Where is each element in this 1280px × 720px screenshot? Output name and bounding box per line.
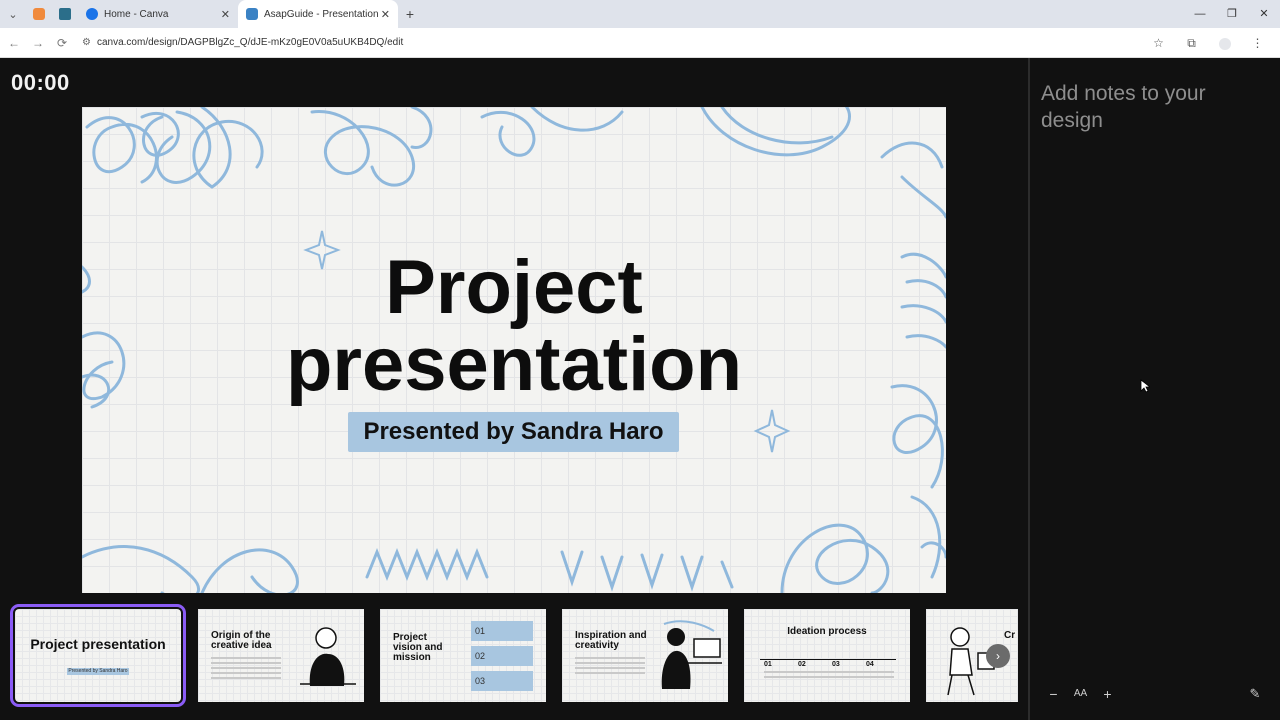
browser-tab-bar: ⌄ Home - Canva ✕ AsapGuide - Presentatio… bbox=[0, 0, 1280, 28]
window-controls: — ❐ ✕ bbox=[1184, 0, 1280, 28]
canva-favicon-icon bbox=[86, 8, 98, 20]
timeline-step-01: 01 bbox=[764, 661, 772, 668]
edit-notes-icon[interactable]: ✎ bbox=[1244, 683, 1266, 705]
url-field[interactable]: ⚙ canva.com/design/DAGPBlgZc_Q/dJE-mKz0g… bbox=[82, 37, 403, 48]
thumbnail-subtitle: Presented by Sandra Haro bbox=[67, 668, 129, 675]
timeline-step-04: 04 bbox=[866, 661, 874, 668]
timeline-step-03: 03 bbox=[832, 661, 840, 668]
extensions-icon[interactable]: ⧉ bbox=[1175, 36, 1208, 51]
thumbnail-title: Project vision and mission bbox=[393, 632, 443, 663]
thumbnail-title: Inspiration and creativity bbox=[575, 630, 647, 651]
new-tab-button[interactable]: + bbox=[398, 6, 422, 22]
slide-thumbnails: Project presentation Presented by Sandra… bbox=[0, 600, 1018, 712]
address-bar: ← → ⟳ ⚙ canva.com/design/DAGPBlgZc_Q/dJE… bbox=[0, 28, 1280, 58]
toolbar-actions: ☆ ⧉ ⋮ bbox=[1142, 28, 1274, 58]
presenter-timer: 00:00 bbox=[11, 70, 70, 95]
thumbnail-item-01: 01 bbox=[471, 621, 533, 641]
tab-label: AsapGuide - Presentation bbox=[264, 8, 379, 20]
mouse-cursor-icon bbox=[1140, 379, 1150, 393]
illustration-person-drawing bbox=[300, 627, 356, 686]
thumbnail-item-02: 02 bbox=[471, 646, 533, 666]
tab-close-icon[interactable]: ✕ bbox=[381, 8, 390, 21]
notes-placeholder[interactable]: Add notes to your design bbox=[1041, 80, 1266, 134]
thumbnail-slide-1[interactable]: Project presentation Presented by Sandra… bbox=[10, 604, 186, 707]
panel-divider[interactable] bbox=[1028, 58, 1030, 720]
timeline-step-02: 02 bbox=[798, 661, 806, 668]
decrease-font-button[interactable]: − bbox=[1040, 682, 1067, 706]
pinned-tab-favicon bbox=[59, 8, 71, 20]
slide-title-line-2: presentation bbox=[285, 322, 743, 407]
site-info-icon[interactable]: ⚙ bbox=[82, 37, 91, 48]
back-icon[interactable]: ← bbox=[2, 36, 26, 50]
pinned-tab-favicon bbox=[33, 8, 45, 20]
thumbnail-title: Origin of the creative idea bbox=[211, 630, 272, 651]
profile-avatar[interactable] bbox=[1208, 36, 1241, 50]
minimize-icon[interactable]: — bbox=[1184, 0, 1216, 28]
increase-font-button[interactable]: + bbox=[1094, 682, 1121, 706]
notes-font-controls: − AA + bbox=[1040, 682, 1121, 706]
thumbnail-text-lines bbox=[211, 657, 281, 682]
reload-icon[interactable]: ⟳ bbox=[50, 36, 74, 50]
tab-home-canva[interactable]: Home - Canva ✕ bbox=[78, 0, 238, 28]
next-thumbnails-button[interactable]: › bbox=[986, 644, 1010, 668]
tab-list-icon[interactable]: ⌄ bbox=[0, 0, 26, 28]
pinned-tab-1[interactable] bbox=[26, 0, 52, 28]
illustration-person-at-desk bbox=[661, 620, 722, 689]
tab-asapguide-presentation[interactable]: AsapGuide - Presentation ✕ bbox=[238, 0, 398, 28]
url-text: canva.com/design/DAGPBlgZc_Q/dJE-mKz0gE0… bbox=[96, 37, 404, 48]
tab-label: Home - Canva bbox=[104, 8, 169, 20]
timeline-line bbox=[760, 659, 896, 660]
slide-subtitle: Presented by Sandra Haro bbox=[348, 412, 679, 452]
close-window-icon[interactable]: ✕ bbox=[1248, 0, 1280, 28]
pinned-tab-2[interactable] bbox=[52, 0, 78, 28]
slide-title-line-1: Project bbox=[385, 245, 643, 330]
thumbnail-text-lines bbox=[575, 657, 645, 677]
thumbnail-title: Ideation process bbox=[787, 626, 867, 637]
thumbnail-slide-3[interactable]: Project vision and mission 01 02 03 bbox=[380, 609, 546, 702]
tab-close-icon[interactable]: ✕ bbox=[221, 8, 230, 21]
current-slide: Project presentation Presented by Sandra… bbox=[82, 107, 946, 593]
thumbnail-slide-2[interactable]: Origin of the creative idea bbox=[198, 609, 364, 702]
thumbnail-slide-4[interactable]: Inspiration and creativity bbox=[562, 609, 728, 702]
thumbnail-slide-5[interactable]: Ideation process 01 02 03 04 bbox=[744, 609, 910, 702]
browser-menu-icon[interactable]: ⋮ bbox=[1241, 36, 1274, 50]
thumbnail-item-03: 03 bbox=[471, 671, 533, 691]
restore-icon[interactable]: ❐ bbox=[1216, 0, 1248, 28]
font-size-button[interactable]: AA bbox=[1067, 682, 1094, 706]
bookmark-star-icon[interactable]: ☆ bbox=[1142, 36, 1175, 50]
thumbnail-title: Project presentation bbox=[30, 636, 166, 652]
asapguide-favicon-icon bbox=[246, 8, 258, 20]
thumbnail-title: Cr pr bbox=[1004, 630, 1018, 641]
thumbnail-text-lines bbox=[764, 671, 894, 681]
forward-icon[interactable]: → bbox=[26, 36, 50, 50]
